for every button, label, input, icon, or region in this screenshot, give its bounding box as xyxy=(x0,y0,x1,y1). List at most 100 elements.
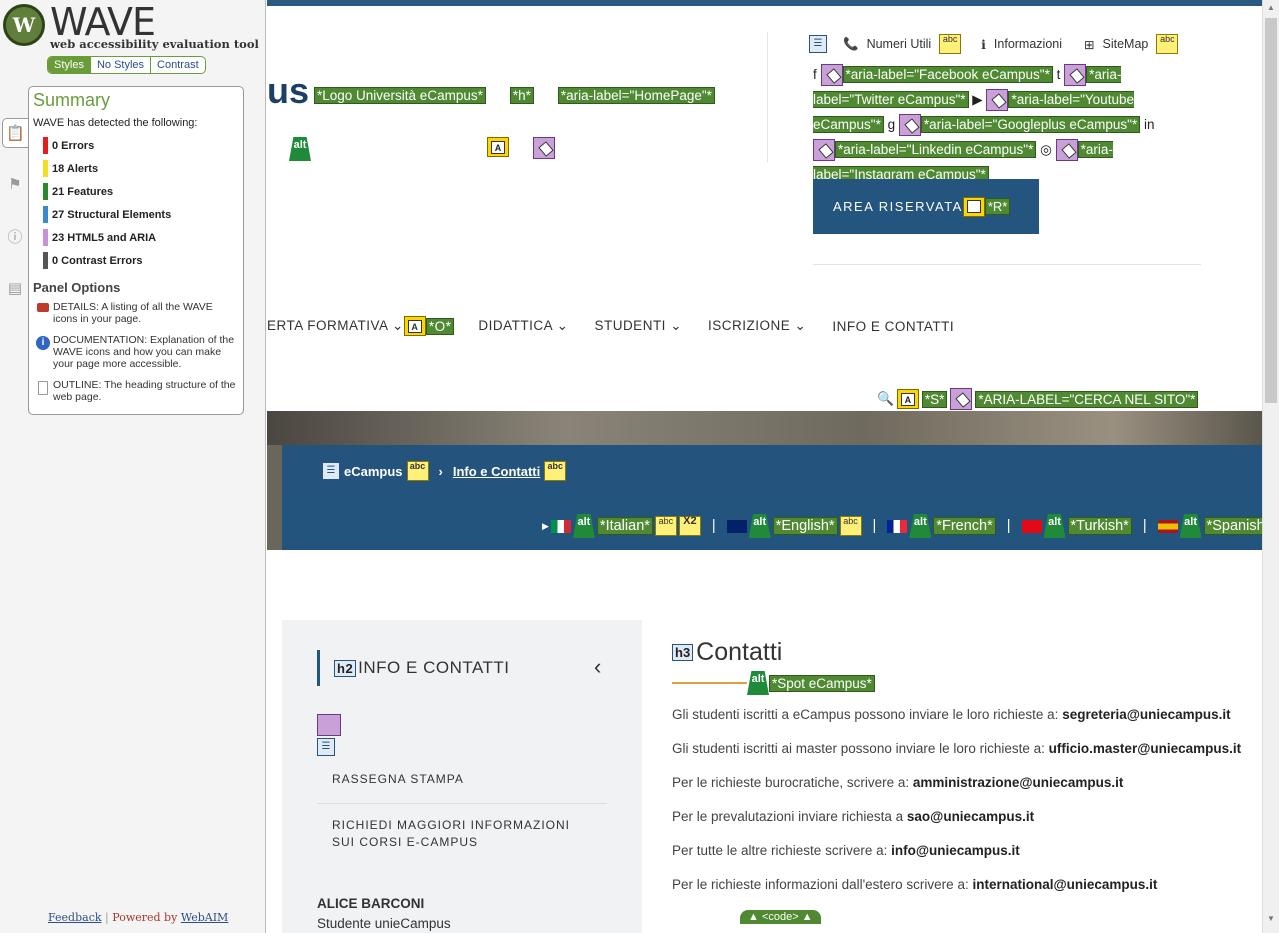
sidebar-divider xyxy=(317,803,607,804)
code-badge[interactable]: ▲ <code> ▲ xyxy=(740,910,821,924)
site-logo[interactable]: us xyxy=(267,70,309,112)
x2-badge: X2 xyxy=(678,516,701,536)
page-title: h3 Contatti xyxy=(672,638,1262,667)
page-title-text: Contatti xyxy=(696,638,783,666)
lang-turkish[interactable]: *Turkish* xyxy=(1067,517,1132,535)
details-flag-icon xyxy=(33,301,53,325)
summary-count-row: 0 Contrast Errors xyxy=(33,249,239,272)
nav-didattica[interactable]: DIDATTICA ⌄ xyxy=(478,318,568,334)
facebook-icon[interactable]: f xyxy=(813,67,817,82)
webaim-link[interactable]: WebAIM xyxy=(181,911,229,924)
details-flag-icon[interactable]: ⚑ xyxy=(2,168,28,200)
youtube-icon[interactable]: ▶ xyxy=(972,92,982,107)
main-nav: ERTA FORMATIVA ⌄ A *O* DIDATTICA ⌄ STUDE… xyxy=(267,316,980,336)
nav-info-contatti[interactable]: INFO E CONTATTI xyxy=(832,319,954,334)
lang-english[interactable]: *English* xyxy=(772,517,838,535)
sidebar-item-rassegna-stampa[interactable]: RASSEGNA STAMPA xyxy=(332,771,464,788)
scroll-thumb[interactable] xyxy=(1265,18,1277,403)
spot-row: alt *Spot eCampus* xyxy=(672,671,1262,695)
france-flag-icon[interactable] xyxy=(887,519,908,533)
sidebar-column: h2 INFO E CONTATTI ‹ ☰ RASSEGNA STAMPA R… xyxy=(282,620,642,933)
chevron-left-icon[interactable]: ‹ xyxy=(594,654,601,680)
link-informazioni[interactable]: Informazioni xyxy=(994,37,1062,51)
feedback-link[interactable]: Feedback xyxy=(48,911,102,924)
contact-text: Gli studenti iscritti ai master possono … xyxy=(672,741,1045,756)
r-label: *R* xyxy=(984,198,1011,215)
list-icon: ☰ xyxy=(322,462,340,480)
lang-french[interactable]: *French* xyxy=(933,517,996,535)
info-icon: i xyxy=(33,334,53,370)
contact-text: Per le richieste informazioni dall'ester… xyxy=(672,877,969,892)
abc-icon: abc xyxy=(654,516,677,536)
language-selector: ▶ alt *Italian* abc X2 | alt *English* a… xyxy=(542,514,1262,538)
scroll-down-icon[interactable]: ▼ xyxy=(1267,914,1275,923)
tab-styles[interactable]: Styles xyxy=(48,57,90,73)
twitter-icon[interactable]: t xyxy=(1057,67,1061,82)
contact-line: Per le richieste informazioni dall'ester… xyxy=(672,875,1262,895)
turkey-flag-icon[interactable] xyxy=(1021,519,1042,533)
top-links: ☰ 📞 Numeri Utili abc ℹ Informazioni ⊞ Sit… xyxy=(809,34,1179,54)
summary-count-label: 21 Features xyxy=(52,185,114,198)
sitemap-icon: ⊞ xyxy=(1084,37,1095,52)
contact-email[interactable]: info@uniecampus.it xyxy=(891,843,1020,858)
summary-panel: Summary WAVE has detected the following:… xyxy=(28,86,244,415)
tab-contrast[interactable]: Contrast xyxy=(150,57,205,73)
scroll-up-icon[interactable]: ▲ xyxy=(1267,3,1275,12)
contact-email[interactable]: international@uniecampus.it xyxy=(972,877,1157,892)
option-details[interactable]: DETAILS: A listing of all the WAVE icons… xyxy=(33,301,239,325)
contact-email[interactable]: amministrazione@uniecampus.it xyxy=(913,775,1123,790)
alt-icon: alt xyxy=(909,514,932,538)
link-sitemap[interactable]: SiteMap xyxy=(1103,37,1149,51)
spain-flag-icon[interactable] xyxy=(1157,519,1178,533)
nav-studenti[interactable]: STUDENTI ⌄ xyxy=(594,318,682,334)
search-icon[interactable]: 🔍 xyxy=(877,391,894,407)
option-documentation[interactable]: i DOCUMENTATION: Explanation of the WAVE… xyxy=(33,334,239,370)
o-label: *O* xyxy=(425,317,455,335)
outline-document-icon[interactable]: ▤ xyxy=(2,272,28,304)
wave-footer: Feedback | Powered by WebAIM xyxy=(48,911,229,924)
contact-text: Per le prevalutazioni inviare richiesta … xyxy=(672,809,904,824)
sidebar-item-richiedi-info[interactable]: RICHIEDI MAGGIORI INFORMAZIONI SUI CORSI… xyxy=(332,817,582,851)
search-aria-label: *ARIA-LABEL="CERCA NEL SITO"* xyxy=(975,390,1199,408)
linkedin-icon[interactable]: in xyxy=(1144,117,1155,132)
contact-email[interactable]: segreteria@uniecampus.it xyxy=(1062,707,1230,722)
logo-labels: *Logo Università eCampus* *h* *aria-labe… xyxy=(314,87,715,104)
sidebar-heading-text: INFO E CONTATTI xyxy=(358,658,510,677)
documentation-info-icon[interactable]: ⓘ xyxy=(2,220,28,252)
h-label: *h* xyxy=(509,87,534,104)
person-name: ALICE BARCONI xyxy=(317,896,425,911)
website-page: us *Logo Università eCampus* *h* *aria-l… xyxy=(267,0,1262,933)
nav-iscrizione[interactable]: ISCRIZIONE ⌄ xyxy=(708,318,806,334)
lang-italian[interactable]: *Italian* xyxy=(596,517,653,535)
info-icon: ℹ xyxy=(981,37,986,52)
googleplus-icon[interactable]: g xyxy=(888,117,896,132)
spot-label: *Spot eCampus* xyxy=(769,674,875,692)
breadcrumb-current[interactable]: Info e Contatti xyxy=(453,464,540,479)
logo-alt-icon: alt xyxy=(289,137,311,161)
style-tabs: Styles No Styles Contrast xyxy=(47,56,206,74)
summary-count-label: 0 Errors xyxy=(52,139,95,152)
summary-count-row: 0 Errors xyxy=(33,134,239,157)
list-icon: ☰ xyxy=(317,738,335,756)
breadcrumb-home[interactable]: eCampus xyxy=(344,464,403,479)
link-icon: A xyxy=(962,196,985,217)
contact-email[interactable]: ufficio.master@uniecampus.it xyxy=(1049,741,1241,756)
area-riservata-button[interactable]: AREA RISERVATA A *R* xyxy=(813,179,1039,234)
nav-offerta-formativa[interactable]: ERTA FORMATIVA ⌄ xyxy=(267,318,404,334)
alt-icon: alt xyxy=(1179,514,1202,538)
wave-logo-icon: W xyxy=(3,4,45,46)
italy-flag-icon[interactable] xyxy=(550,519,571,533)
scrollbar[interactable]: ▲ ▼ xyxy=(1262,0,1279,933)
tab-no-styles[interactable]: No Styles xyxy=(89,57,150,73)
option-outline[interactable]: OUTLINE: The heading structure of the we… xyxy=(33,379,239,403)
lang-spanish[interactable]: *Spanish* xyxy=(1203,517,1262,535)
instagram-icon[interactable]: ◎ xyxy=(1040,142,1052,157)
wave-subtitle: web accessibility evaluation tool xyxy=(50,37,259,51)
uk-flag-icon[interactable] xyxy=(726,519,747,533)
link-numeri-utili[interactable]: Numeri Utili xyxy=(867,37,932,51)
abc-icon: abc xyxy=(939,34,962,54)
alt-icon: alt xyxy=(748,514,771,538)
summary-clipboard-icon[interactable]: 📋 xyxy=(2,118,28,148)
hero-photo xyxy=(267,411,1262,445)
contact-email[interactable]: sao@uniecampus.it xyxy=(907,809,1034,824)
